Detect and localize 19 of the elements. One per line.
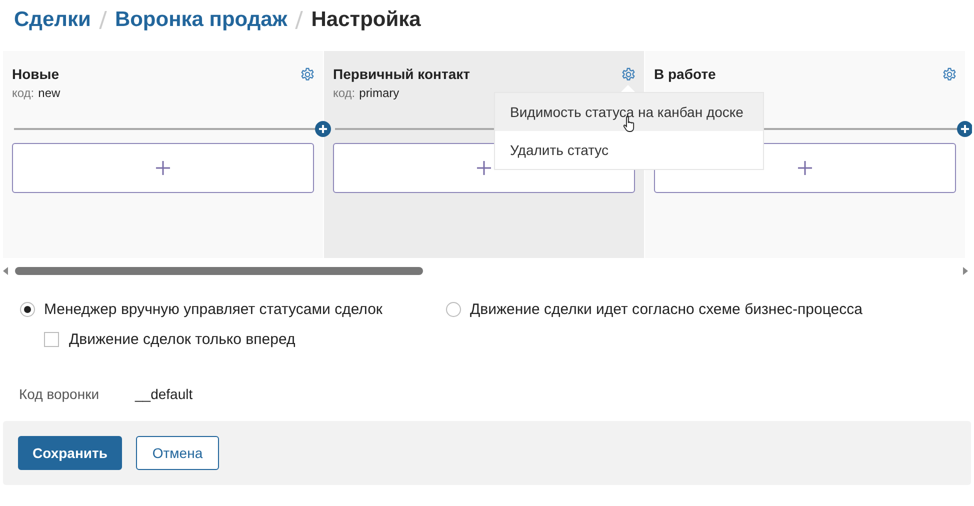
menu-item[interactable]: Видимость статуса на канбан доске bbox=[495, 93, 763, 131]
save-button[interactable]: Сохранить bbox=[18, 436, 122, 470]
code-label: код: bbox=[333, 86, 356, 100]
page-title: Настройка bbox=[311, 8, 421, 32]
breadcrumb-link[interactable]: Сделки bbox=[14, 8, 91, 32]
menu-item[interactable]: Удалить статус bbox=[495, 131, 763, 169]
code-label: код: bbox=[12, 86, 34, 100]
radio-option[interactable]: Менеджер вручную управляет статусами сделок bbox=[20, 301, 446, 318]
column-title: Новые bbox=[12, 66, 60, 82]
column-title: В работе bbox=[654, 66, 716, 82]
cancel-button[interactable]: Отмена bbox=[136, 436, 219, 470]
field-value: __default bbox=[135, 386, 193, 402]
checkbox-option[interactable]: Движение сделок только вперед bbox=[44, 331, 296, 348]
column-title: Первичный контакт bbox=[333, 66, 470, 82]
breadcrumb-link[interactable]: Воронка продаж bbox=[114, 8, 288, 32]
code-value: primary bbox=[359, 86, 400, 100]
code-value: new bbox=[38, 86, 60, 100]
radio-option[interactable]: Движение сделки идет согласно схеме бизнес-процесса bbox=[446, 301, 872, 318]
field-label: Код воронки bbox=[19, 386, 100, 402]
